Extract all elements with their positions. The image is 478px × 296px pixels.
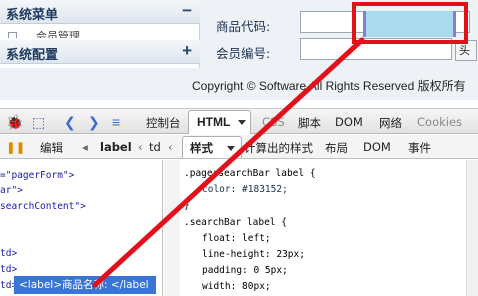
tab-cookies[interactable]: Cookies xyxy=(417,115,462,129)
tab-layout[interactable]: 布局 xyxy=(325,140,348,156)
sidebar-config-label: 系统配置 xyxy=(6,48,59,63)
crumb-sep-icon: ‹ xyxy=(168,140,173,154)
css-rule-line[interactable]: .searchBar label { xyxy=(184,217,287,228)
css-rule-close: } xyxy=(184,200,190,211)
sidebar-config-header[interactable]: 系统配置 + xyxy=(0,40,200,64)
scrollbar[interactable] xyxy=(466,160,478,296)
css-declaration[interactable]: float: left; xyxy=(202,233,271,244)
pause-icon[interactable]: ❚❚ xyxy=(6,140,25,154)
firebug-icon[interactable]: 🐞 xyxy=(6,113,23,131)
crumb-left-icon[interactable]: ◂ xyxy=(82,140,88,154)
tab-html[interactable]: HTML xyxy=(188,110,251,134)
command-line-icon[interactable]: ≡ xyxy=(112,113,120,131)
crumb-label[interactable]: label xyxy=(100,140,132,154)
html-panel-toolbar: ❚❚ 编辑 ◂ label ‹ td ‹ 样式 计算出的样式 布局 DOM 事件 xyxy=(0,135,478,159)
tab-dom-sub[interactable]: DOM xyxy=(363,140,391,154)
member-no-label: 会员编号: xyxy=(216,46,271,61)
edit-button[interactable]: 编辑 xyxy=(40,140,63,156)
sidebar-menu-label: 系统菜单 xyxy=(6,8,59,23)
source-line[interactable]: ar"> xyxy=(0,185,23,196)
css-rule-line[interactable]: .pagersearchBar label { xyxy=(184,168,316,179)
chevron-down-icon[interactable] xyxy=(227,146,235,151)
source-line[interactable]: ="pagerForm"> xyxy=(0,170,74,181)
tab-computed[interactable]: 计算出的样式 xyxy=(244,140,313,156)
sidebar-menu-header[interactable]: 系统菜单 − xyxy=(0,0,200,24)
tab-html-label: HTML xyxy=(197,115,231,129)
tab-net[interactable]: 网络 xyxy=(379,115,402,131)
inspect-icon[interactable]: ⬚ xyxy=(32,113,45,131)
css-declaration[interactable]: padding: 0 5px; xyxy=(202,265,288,276)
sidebar: 系统菜单 − 会员管理 系统配置 + xyxy=(0,0,200,68)
product-code-label: 商品代码: xyxy=(216,19,271,34)
devtools-toolbar: 🐞 ⬚ ❮ ❯ ≡ 控制台 HTML CSS 脚本 DOM 网络 Cookies xyxy=(0,108,478,134)
tab-events[interactable]: 事件 xyxy=(408,140,431,156)
source-line[interactable]: td> xyxy=(0,248,17,259)
back-icon[interactable]: ❮ xyxy=(64,113,76,131)
pane-splitter[interactable] xyxy=(164,160,180,296)
sidebar-item-label: 会员管理 xyxy=(36,30,80,38)
css-declaration[interactable]: line-height: 23px; xyxy=(202,249,305,260)
crumb-td[interactable]: td xyxy=(149,140,161,154)
tab-script[interactable]: 脚本 xyxy=(298,115,321,131)
forward-icon[interactable]: ❯ xyxy=(88,113,100,131)
red-annotation-box xyxy=(352,2,468,44)
tab-style-label: 样式 xyxy=(190,141,213,155)
source-line[interactable]: searchContent"> xyxy=(0,201,86,212)
css-declaration[interactable]: color: #183152; xyxy=(202,184,288,195)
tab-dom[interactable]: DOM xyxy=(335,115,363,129)
chevron-down-icon[interactable] xyxy=(238,120,246,125)
sidebar-item-member[interactable]: 会员管理 xyxy=(0,24,200,38)
selected-html-node[interactable]: <label>商品名称: </label xyxy=(14,276,156,294)
source-line[interactable]: td> xyxy=(0,264,17,275)
tab-css[interactable]: CSS xyxy=(262,115,285,129)
tab-style[interactable]: 样式 xyxy=(182,136,242,158)
crumb-sep-icon: ‹ xyxy=(138,140,143,154)
collapse-icon[interactable]: − xyxy=(182,0,192,22)
css-declaration[interactable]: width: 80px; xyxy=(202,281,271,292)
style-pane[interactable]: .pagersearchBar label { color: #183152; … xyxy=(180,160,478,296)
tab-console[interactable]: 控制台 xyxy=(146,115,181,131)
expand-icon[interactable]: + xyxy=(182,40,192,62)
checkbox-icon xyxy=(8,32,17,38)
copyright-text: Copyright © Software All Rights Reserved… xyxy=(192,79,466,93)
